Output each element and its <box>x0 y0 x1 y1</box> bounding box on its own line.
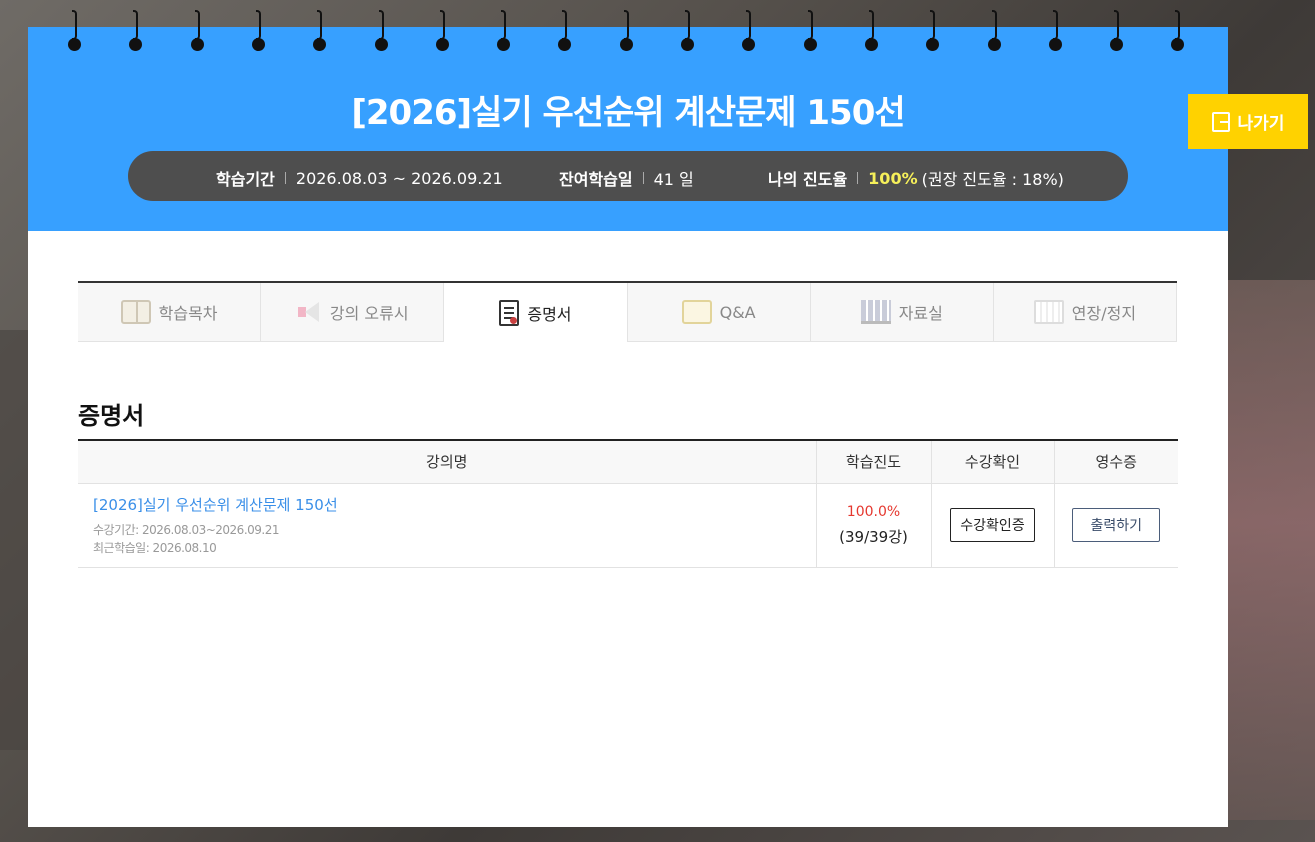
column-course-name: 강의명 <box>78 440 816 484</box>
tab-extend-pause[interactable]: 연장/정지 <box>993 283 1178 342</box>
study-period: 학습기간 2026.08.03 ~ 2026.09.21 <box>216 168 503 190</box>
spiral-ring <box>374 10 389 52</box>
tab-bar: 학습목차 강의 오류시 증명서 Q&A 자료실 연장/정지 <box>78 281 1178 342</box>
course-link[interactable]: [2026]실기 우선순위 계산문제 150선 <box>93 494 816 515</box>
spiral-binding <box>28 10 1228 55</box>
course-period: 수강기간: 2026.08.03~2026.09.21 <box>93 522 279 537</box>
table-row: [2026]실기 우선순위 계산문제 150선 수강기간: 2026.08.03… <box>78 483 1178 568</box>
notebook-panel: [2026]실기 우선순위 계산문제 150선 학습기간 2026.08.03 … <box>28 27 1228 827</box>
spiral-ring <box>681 10 695 52</box>
spiral-ring <box>497 10 511 52</box>
tab-certificate[interactable]: 증명서 <box>444 283 628 342</box>
my-progress: 나의 진도율 100% (권장 진도율 : 18%) <box>768 168 1064 190</box>
attendance-certificate-button[interactable]: 수강확인증 <box>950 508 1035 542</box>
chat-icon <box>681 300 712 324</box>
spiral-ring <box>864 10 879 52</box>
spiral-ring <box>190 10 205 52</box>
receipt-cell: 출력하기 <box>1053 483 1178 568</box>
course-header: [2026]실기 우선순위 계산문제 150선 학습기간 2026.08.03 … <box>28 27 1228 231</box>
progress-percent: 100.0% <box>846 503 901 520</box>
spiral-ring <box>558 10 572 52</box>
column-progress: 학습진도 <box>815 440 931 484</box>
spiral-ring <box>251 10 266 52</box>
spiral-ring <box>435 10 450 52</box>
spiral-ring <box>1048 10 1063 52</box>
spiral-ring <box>926 10 940 52</box>
exit-icon <box>1211 111 1230 132</box>
document-icon <box>499 299 520 326</box>
spiral-ring <box>987 10 1002 52</box>
tab-lecture-error[interactable]: 강의 오류시 <box>261 283 445 342</box>
tab-qna[interactable]: Q&A <box>627 283 811 342</box>
spiral-ring <box>619 10 634 52</box>
spiral-ring <box>68 10 82 52</box>
book-icon <box>120 300 151 324</box>
calendar-icon <box>1033 300 1064 324</box>
column-receipt: 영수증 <box>1053 440 1178 484</box>
background-left <box>0 330 28 750</box>
tab-study-contents[interactable]: 학습목차 <box>78 283 262 342</box>
spiral-ring <box>803 10 818 52</box>
progress-count: (39/39강) <box>839 527 908 546</box>
confirm-cell: 수강확인증 <box>930 483 1054 568</box>
spiral-ring <box>742 10 756 52</box>
background-shelf <box>1225 280 1315 820</box>
remaining-days: 잔여학습일 41 일 <box>559 170 694 189</box>
print-receipt-button[interactable]: 출력하기 <box>1072 508 1161 542</box>
spiral-ring <box>129 10 143 52</box>
speaker-icon <box>296 300 322 324</box>
course-cell: [2026]실기 우선순위 계산문제 150선 수강기간: 2026.08.03… <box>78 483 816 568</box>
progress-cell: 100.0% (39/39강) <box>815 483 931 568</box>
page-title: [2026]실기 우선순위 계산문제 150선 <box>351 93 905 133</box>
table-header-row: 강의명 학습진도 수강확인 영수증 <box>78 440 1178 484</box>
spiral-ring <box>313 10 327 52</box>
section-title: 증명서 <box>78 402 145 430</box>
column-confirmation: 수강확인 <box>930 440 1054 484</box>
last-study-date: 최근학습일: 2026.08.10 <box>93 540 217 555</box>
spiral-ring <box>1110 10 1124 52</box>
study-info-bar: 학습기간 2026.08.03 ~ 2026.09.21 잔여학습일 41 일 … <box>128 151 1128 201</box>
books-icon <box>860 300 891 324</box>
certificate-table: 강의명 학습진도 수강확인 영수증 [2026]실기 우선순위 계산문제 150… <box>78 439 1178 568</box>
spiral-ring <box>1171 10 1185 52</box>
tab-resources[interactable]: 자료실 <box>810 283 994 342</box>
exit-button[interactable]: 나가기 <box>1188 94 1308 149</box>
